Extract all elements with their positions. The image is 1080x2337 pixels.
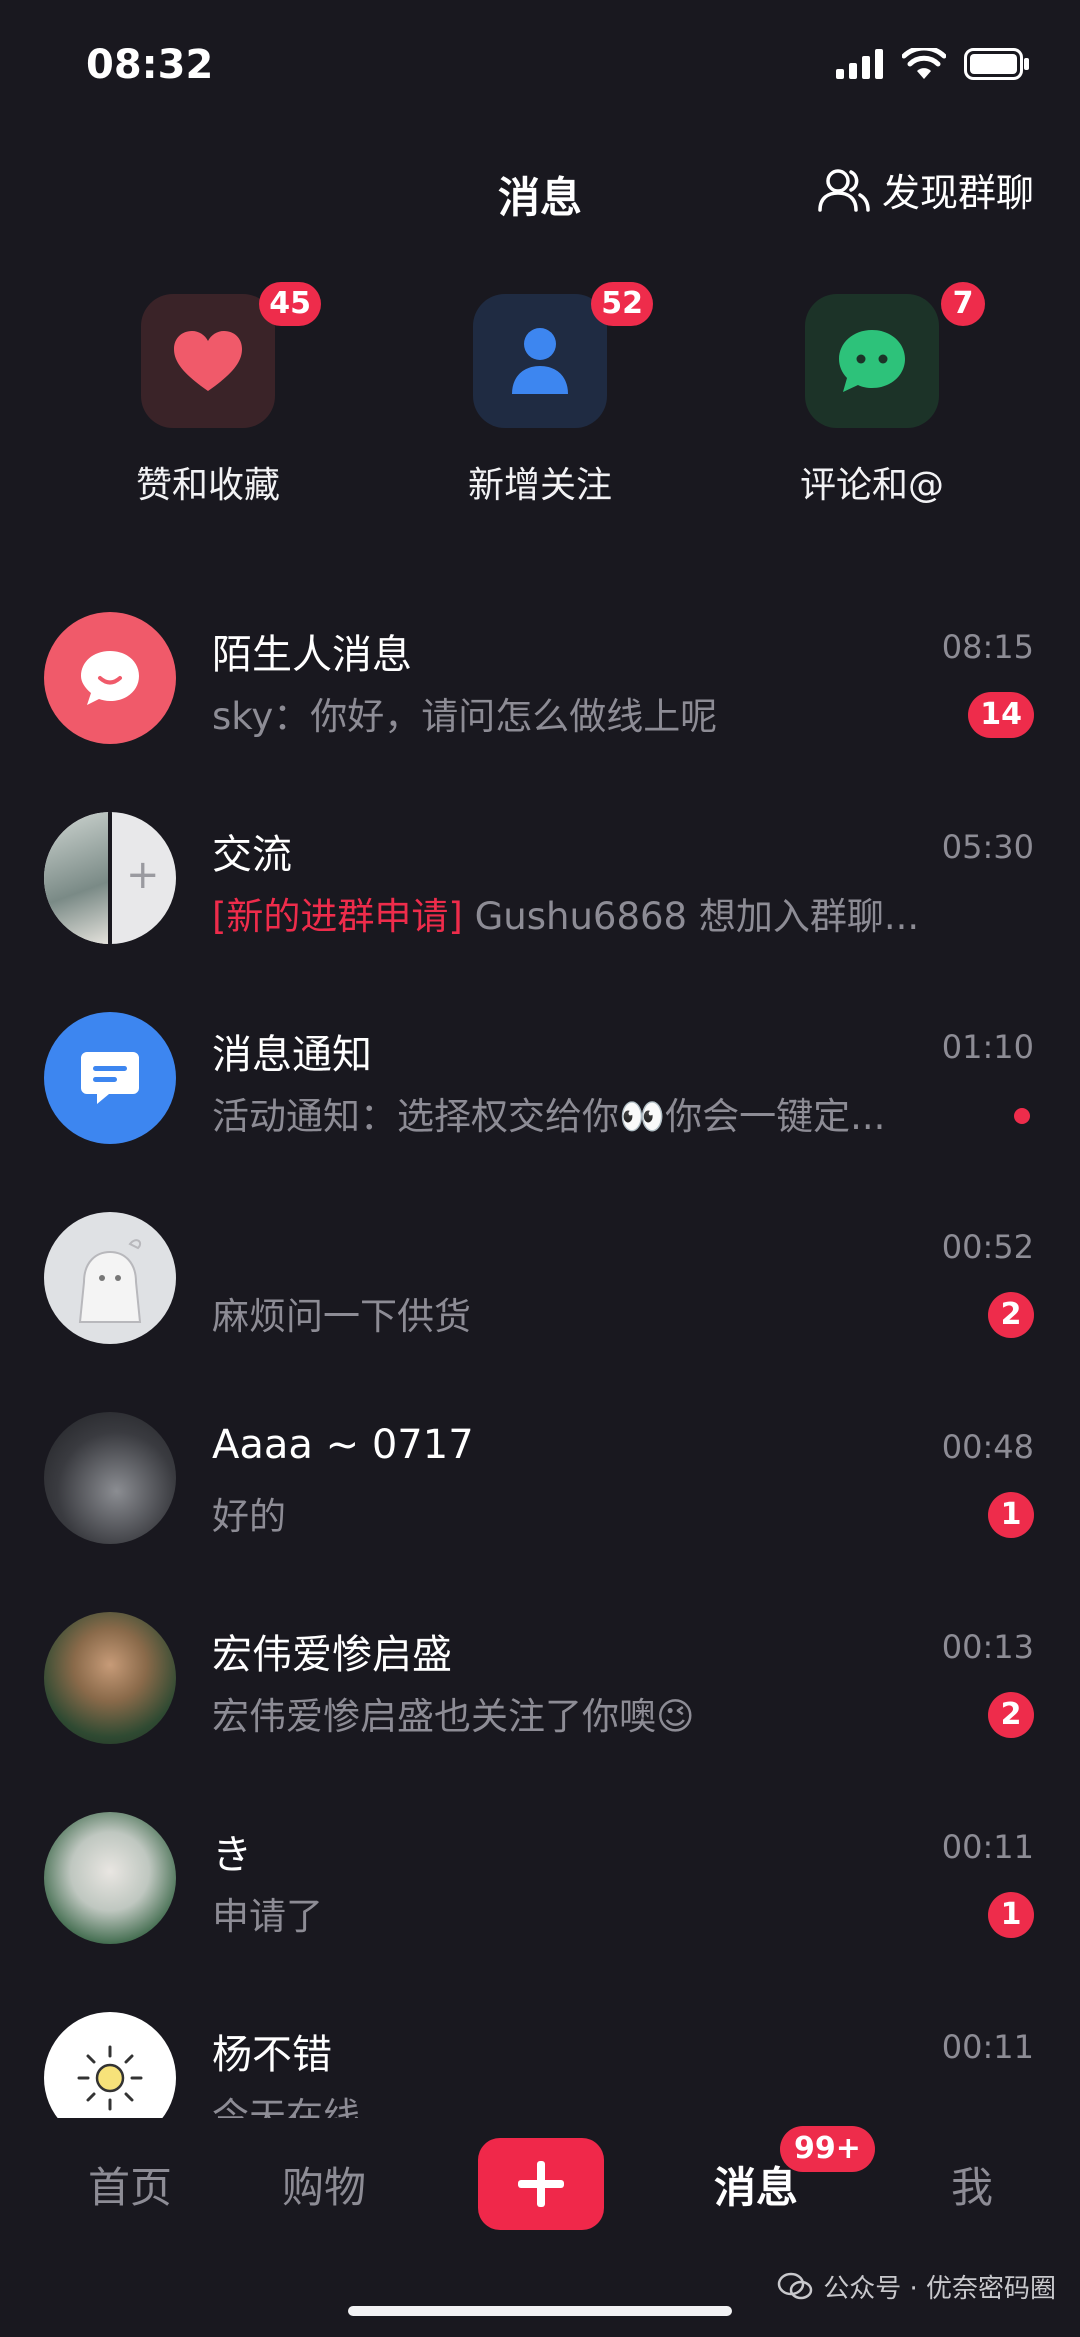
- followers-label: 新增关注: [467, 465, 612, 506]
- discover-group-chat-button[interactable]: 发现群聊: [818, 162, 1034, 217]
- unread-badge: 2: [988, 1692, 1034, 1738]
- followers-badge: 52: [591, 282, 653, 326]
- plus-icon: +: [126, 852, 160, 898]
- conversation-preview: 活动通知：选择权交给你👀你会一键定...: [212, 1095, 886, 1138]
- status-icons: [836, 48, 1030, 80]
- status-bar: 08:32: [0, 0, 1080, 130]
- conversation-time: 00:13: [941, 1628, 1034, 1666]
- conversation-item[interactable]: 陌生人消息 sky：你好，请问怎么做线上呢 08:15 14: [0, 600, 1080, 800]
- likes-badge: 45: [259, 282, 321, 326]
- conversation-name: 宏伟爱惨启盛: [212, 1632, 452, 1678]
- wechat-icon: [777, 2272, 813, 2299]
- conversation-preview: 好的: [212, 1495, 286, 1538]
- watermark: 公众号 · 优奈密码圈: [777, 2268, 1056, 2305]
- comments-label: 评论和@: [799, 465, 944, 506]
- likes-label: 赞和收藏: [135, 465, 280, 506]
- join-request-tag: [新的进群申请]: [212, 895, 463, 938]
- nav-shop[interactable]: 购物: [254, 2154, 394, 2215]
- users-icon: [818, 168, 870, 212]
- avatar-photo: [44, 1412, 176, 1544]
- likes-icon-box: 45: [141, 282, 321, 428]
- battery-icon: [964, 48, 1029, 80]
- conversation-name: 交流: [212, 832, 292, 878]
- cartoon-avatar-image: [78, 1239, 142, 1323]
- person-icon: [512, 328, 568, 394]
- unread-badge: 2: [988, 1292, 1034, 1338]
- watermark-text: 公众号 · 优奈密码圈: [823, 2274, 1056, 2304]
- conversation-item[interactable]: + 交流 [新的进群申请] Gushu6868 想加入群聊... 05:30: [0, 800, 1080, 1000]
- conversation-preview: 申请了: [212, 1895, 323, 1938]
- new-followers-entry[interactable]: 52 新增关注: [410, 282, 670, 508]
- conversation-time: 08:15: [941, 628, 1034, 666]
- home-indicator: [348, 2306, 732, 2316]
- status-time: 08:32: [86, 42, 214, 88]
- comments-and-mentions-entry[interactable]: 7 评论和@: [742, 282, 1002, 508]
- avatar: [44, 612, 176, 744]
- conversation-name: 消息通知: [212, 1032, 372, 1078]
- unread-dot: [1014, 1108, 1030, 1124]
- group-member-photo: [44, 812, 108, 944]
- stranger-message-icon: [81, 651, 139, 705]
- conversation-time: 05:30: [941, 828, 1034, 866]
- sun-icon: [77, 2045, 143, 2111]
- preview-text: Gushu6868 想加入群聊...: [462, 895, 920, 938]
- conversation-preview: sky：你好，请问怎么做线上呢: [212, 695, 718, 738]
- comments-icon-box: 7: [805, 282, 985, 428]
- avatar: [44, 1212, 176, 1344]
- followers-icon-box: 52: [473, 282, 653, 428]
- conversation-time: 00:52: [941, 1228, 1034, 1266]
- conversation-item[interactable]: 消息通知 活动通知：选择权交给你👀你会一键定... 01:10: [0, 1000, 1080, 1200]
- wifi-icon: [902, 48, 946, 79]
- conversation-preview: 宏伟爱惨启盛也关注了你噢😉: [212, 1695, 695, 1738]
- header: 消息 发现群聊: [0, 150, 1080, 230]
- conversation-preview: 麻烦问一下供货: [212, 1295, 471, 1338]
- conversation-time: 00:11: [941, 2028, 1034, 2066]
- unread-badge: 14: [968, 692, 1034, 738]
- nav-me[interactable]: 我: [902, 2154, 1042, 2215]
- quick-categories: 45 赞和收藏 52 新增关注 7 评论和@: [0, 282, 1080, 520]
- unread-badge: 1: [988, 1892, 1034, 1938]
- conversation-preview: [新的进群申请] Gushu6868 想加入群聊...: [212, 886, 919, 940]
- conversation-time: 00:48: [941, 1428, 1034, 1466]
- conversation-name: Aaaa ~ 0717: [212, 1422, 474, 1468]
- conversation-item[interactable]: 宏伟爱惨启盛 宏伟爱惨启盛也关注了你噢😉 00:13 2: [0, 1600, 1080, 1800]
- conversation-item[interactable]: 麻烦问一下供货 00:52 2: [0, 1200, 1080, 1400]
- conversation-item[interactable]: き 申请了 00:11 1: [0, 1800, 1080, 2000]
- conversation-item[interactable]: Aaaa ~ 0717 好的 00:48 1: [0, 1400, 1080, 1600]
- heart-icon: [174, 331, 242, 391]
- conversation-name: 杨不错: [212, 2032, 332, 2078]
- conversation-time: 00:11: [941, 1828, 1034, 1866]
- message-list: 陌生人消息 sky：你好，请问怎么做线上呢 08:15 14 + 交流 [新的进…: [0, 600, 1080, 2200]
- avatar-photo: [44, 1812, 176, 1944]
- plus-icon: [518, 2161, 564, 2207]
- conversation-name: 陌生人消息: [212, 632, 412, 678]
- avatar-photo: [44, 1612, 176, 1744]
- discover-group-chat-label: 发现群聊: [881, 171, 1034, 215]
- notification-message-icon: [81, 1052, 139, 1104]
- nav-home[interactable]: 首页: [60, 2154, 200, 2215]
- messages-badge: 99+: [780, 2126, 875, 2172]
- chat-bubble-icon: [839, 330, 905, 392]
- signal-icon: [836, 49, 883, 79]
- avatar: [44, 1012, 176, 1144]
- likes-and-favorites-entry[interactable]: 45 赞和收藏: [78, 282, 338, 508]
- create-post-button[interactable]: [478, 2138, 604, 2230]
- conversation-time: 01:10: [941, 1028, 1034, 1066]
- group-avatar: +: [44, 812, 176, 944]
- unread-badge: 1: [988, 1492, 1034, 1538]
- avatar-divider: [108, 812, 112, 944]
- comments-badge: 7: [941, 282, 985, 326]
- conversation-name: き: [212, 1832, 252, 1878]
